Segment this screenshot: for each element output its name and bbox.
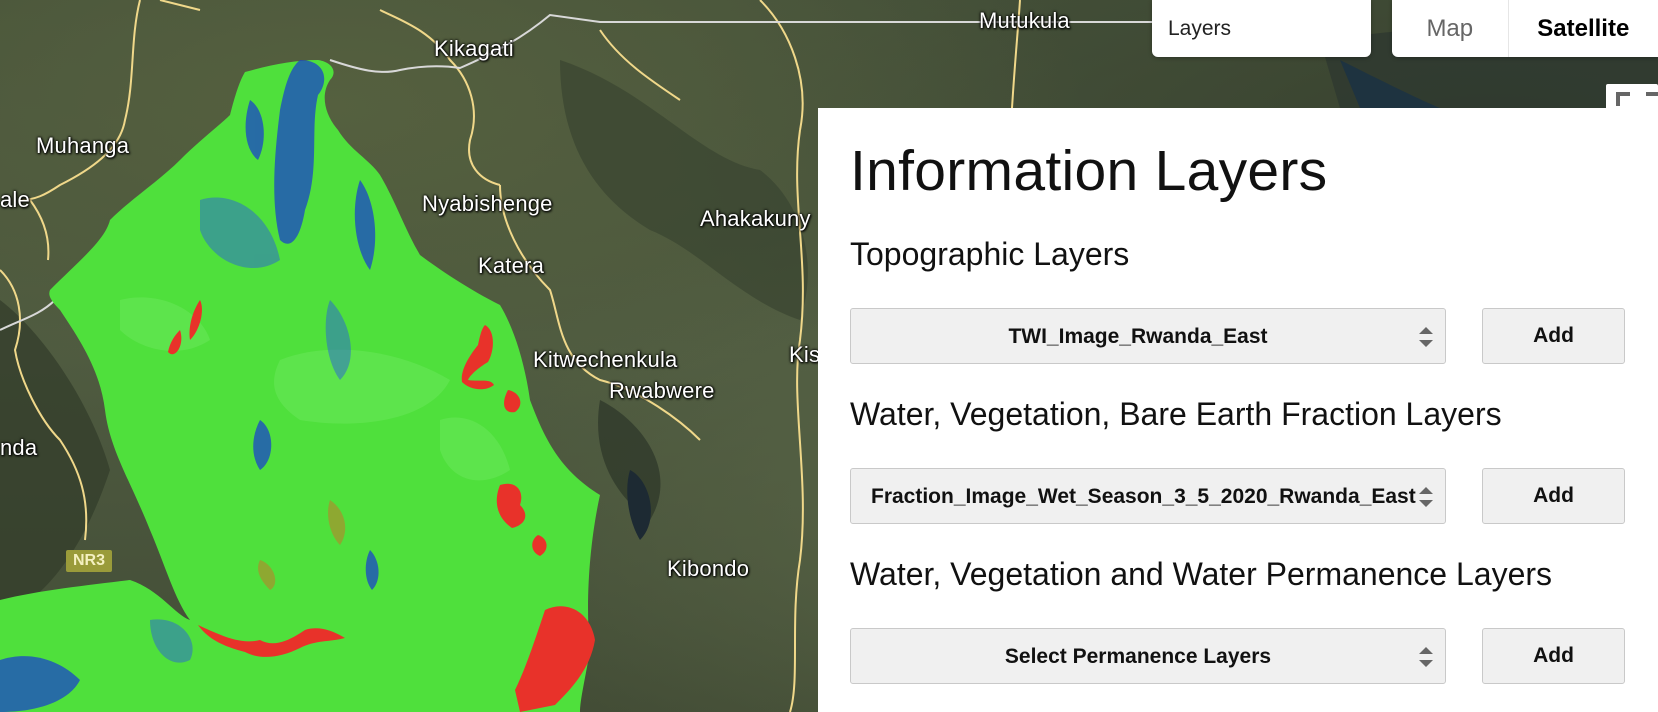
layers-label: Layers xyxy=(1168,17,1232,40)
select-value: Fraction_Image_Wet_Season_3_5_2020_Rwand… xyxy=(871,485,1416,508)
permanence-layer-select[interactable]: Select Permanence Layers xyxy=(850,628,1446,684)
fraction-layer-select[interactable]: Fraction_Image_Wet_Season_3_5_2020_Rwand… xyxy=(850,468,1446,524)
place-label: Mutukula xyxy=(979,8,1070,33)
add-topographic-button[interactable]: Add xyxy=(1482,308,1625,364)
place-label: ale xyxy=(0,187,30,212)
select-arrows-icon xyxy=(1419,487,1433,507)
place-label: Rwabwere xyxy=(609,378,715,403)
add-fraction-button[interactable]: Add xyxy=(1482,468,1625,524)
section-heading-topographic: Topographic Layers xyxy=(850,236,1130,272)
information-layers-panel: Information Layers Topographic Layers TW… xyxy=(818,108,1658,712)
select-arrows-icon xyxy=(1419,327,1433,347)
place-label: nda xyxy=(0,435,38,460)
layers-control[interactable]: Layers xyxy=(1152,0,1371,57)
section-heading-permanence: Water, Vegetation and Water Permanence L… xyxy=(850,556,1553,592)
place-label: Kis xyxy=(789,342,821,367)
place-label: Ahakakuny xyxy=(700,206,811,231)
place-label: Nyabishenge xyxy=(422,191,553,216)
road-shield: NR3 xyxy=(66,550,112,572)
select-value: TWI_Image_Rwanda_East xyxy=(1008,325,1268,348)
section-heading-fraction: Water, Vegetation, Bare Earth Fraction L… xyxy=(850,396,1502,432)
map-type-map-button[interactable]: Map xyxy=(1392,0,1509,57)
place-label: Kikagati xyxy=(434,36,514,61)
map-type-control: Map Satellite xyxy=(1392,0,1658,57)
select-arrows-icon xyxy=(1419,647,1433,667)
place-label: Kibondo xyxy=(667,556,750,581)
add-permanence-button[interactable]: Add xyxy=(1482,628,1625,684)
map-type-satellite-button[interactable]: Satellite xyxy=(1509,0,1658,57)
panel-title: Information Layers xyxy=(850,139,1328,203)
topographic-layer-select[interactable]: TWI_Image_Rwanda_East xyxy=(850,308,1446,364)
place-label: Katera xyxy=(478,253,545,278)
place-label: Muhanga xyxy=(36,133,130,158)
select-value: Select Permanence Layers xyxy=(1004,645,1272,668)
place-label: Kitwechenkula xyxy=(533,347,678,372)
